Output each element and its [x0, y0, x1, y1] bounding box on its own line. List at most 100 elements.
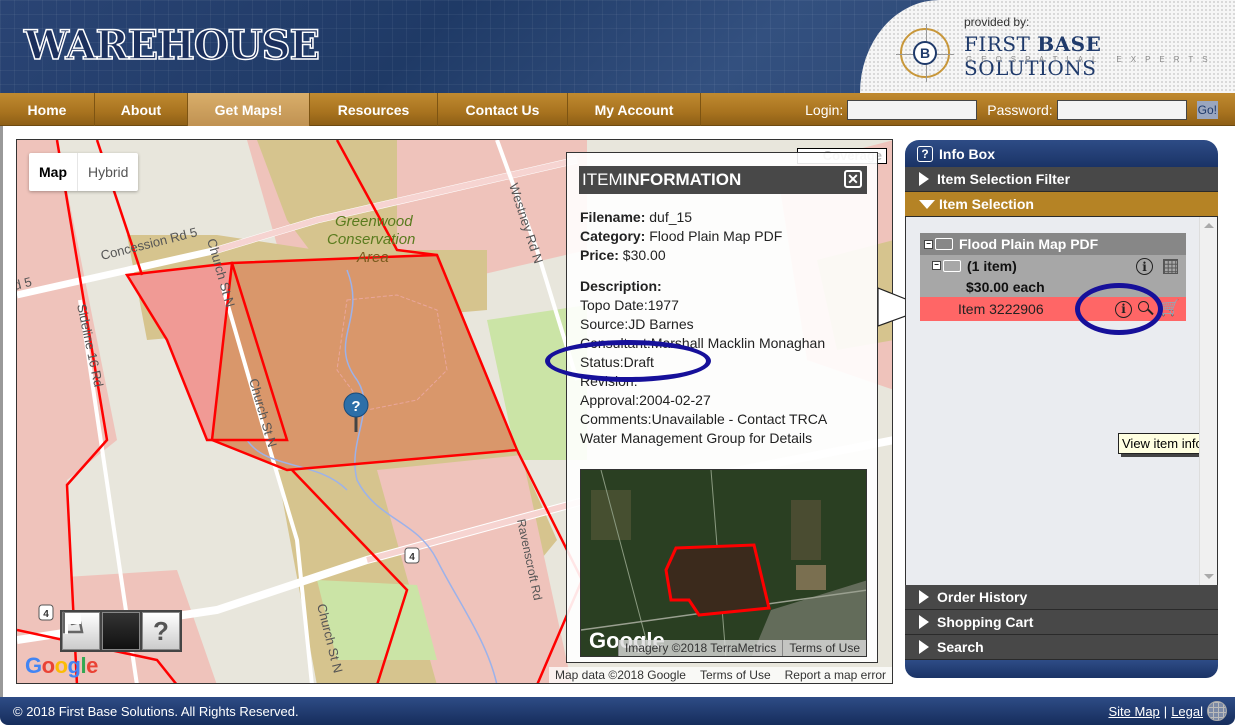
- grid-icon[interactable]: [1163, 259, 1178, 274]
- page-footer: © 2018 First Base Solutions. All Rights …: [0, 697, 1235, 725]
- help-tool[interactable]: ?: [142, 612, 180, 650]
- scroll-up-icon[interactable]: [1204, 223, 1214, 228]
- legal-link[interactable]: Legal: [1171, 704, 1203, 719]
- hwy4-shield-icon: 4: [404, 547, 420, 564]
- sat-field: [796, 565, 826, 590]
- password-input[interactable]: [1056, 99, 1187, 120]
- desc-status: Status:Draft: [580, 354, 654, 370]
- collapse-box-icon[interactable]: −: [924, 239, 933, 249]
- nav-get-maps[interactable]: Get Maps!: [188, 93, 310, 126]
- label-greenwood-2: Conservation: [327, 231, 415, 248]
- zoom-to-item-icon[interactable]: [1138, 301, 1154, 317]
- google-logo[interactable]: Google: [25, 653, 98, 679]
- group-name: Flood Plain Map PDF: [959, 236, 1099, 252]
- satellite-thumbnail[interactable]: Google Imagery ©2018 TerraMetrics Terms …: [580, 469, 867, 657]
- site-map-link[interactable]: Site Map: [1108, 704, 1159, 719]
- info-box-panel: ? Info Box Item Selection Filter Item Se…: [905, 140, 1218, 686]
- item-label: Item 3222906: [958, 301, 1044, 317]
- desc-consultant: Consultant:Marshall Macklin Monaghan: [580, 335, 826, 351]
- imagery-terms-link[interactable]: Terms of Use: [782, 640, 866, 656]
- flag-icon: [65, 613, 81, 634]
- flag-tool[interactable]: [65, 612, 140, 650]
- globe-icon: [1207, 701, 1227, 721]
- subgroup[interactable]: − (1 item) $30.00 each i: [920, 255, 1186, 297]
- main-nav: Home About Get Maps! Resources Contact U…: [0, 93, 1235, 126]
- map-type-hybrid[interactable]: Hybrid: [78, 153, 138, 191]
- nav-about[interactable]: About: [95, 93, 188, 126]
- nav-resources[interactable]: Resources: [310, 93, 438, 126]
- field-price: Price: $30.00: [580, 246, 870, 265]
- section-order-history[interactable]: Order History: [905, 585, 1218, 610]
- password-label: Password:: [987, 101, 1053, 118]
- add-to-cart-icon[interactable]: 🛒: [1160, 300, 1182, 318]
- expand-right-icon: [919, 615, 929, 629]
- logo-warehouse-text: WAREHOUSE: [23, 21, 321, 70]
- close-icon[interactable]: ✕: [844, 170, 862, 188]
- footer-separator: |: [1163, 703, 1168, 719]
- list-item[interactable]: Item 3222906 i 🛒: [920, 297, 1186, 321]
- scroll-down-icon[interactable]: [1204, 574, 1214, 579]
- group-flood-plain[interactable]: − Flood Plain Map PDF: [920, 233, 1186, 255]
- item-group: − Flood Plain Map PDF − (1 item) $30.00 …: [920, 233, 1186, 321]
- map-attribution: Map data ©2018 Google Terms of Use Repor…: [549, 667, 892, 683]
- first-base-logo-letter: B: [913, 41, 937, 65]
- map-type-control: Map Hybrid: [29, 153, 139, 191]
- left-edge: [0, 126, 3, 697]
- desc-topo-date: Topo Date:1977: [580, 297, 679, 313]
- header-banner: MAPWAREHOUSE B provided by: FIRST BASE S…: [0, 0, 1235, 93]
- login-form: Login: Password: Go!: [805, 93, 1235, 126]
- help-icon[interactable]: ?: [917, 145, 933, 162]
- login-go-button[interactable]: Go!: [1196, 100, 1218, 119]
- map-terms-link[interactable]: Terms of Use: [700, 668, 771, 682]
- map-data-credit: Map data ©2018 Google: [555, 668, 686, 682]
- section-item-selection-filter[interactable]: Item Selection Filter: [905, 167, 1218, 192]
- section-label: Order History: [937, 589, 1028, 605]
- view-item-info-icon[interactable]: i: [1115, 300, 1132, 318]
- svg-text:?: ?: [351, 398, 360, 415]
- popup-title-light: ITEM: [582, 170, 623, 189]
- subgroup-price: $30.00 each: [966, 278, 1045, 295]
- nav-contact-us[interactable]: Contact Us: [438, 93, 568, 126]
- info-box-header: ? Info Box: [905, 140, 1218, 167]
- section-shopping-cart[interactable]: Shopping Cart: [905, 610, 1218, 635]
- copyright-text: © 2018 First Base Solutions. All Rights …: [13, 703, 299, 719]
- imagery-credit: Imagery ©2018 TerraMetrics: [617, 640, 782, 656]
- nav-my-account[interactable]: My Account: [568, 93, 701, 126]
- hwy4-shield-icon-2: 4: [38, 604, 54, 621]
- section-search[interactable]: Search: [905, 635, 1218, 660]
- site-logo[interactable]: MAPWAREHOUSE: [23, 21, 321, 70]
- list-scrollbar[interactable]: [1199, 217, 1217, 585]
- page: MAPWAREHOUSE B provided by: FIRST BASE S…: [0, 0, 1235, 725]
- info-box-footer: [905, 660, 1218, 678]
- info-icon[interactable]: i: [1136, 258, 1153, 275]
- help-icon: ?: [153, 615, 169, 646]
- desc-comments-1: Comments:Unavailable - Contact TRCA: [580, 411, 828, 427]
- map-type-map[interactable]: Map: [29, 153, 78, 191]
- collapse-down-icon: [919, 199, 935, 209]
- login-label: Login:: [805, 101, 844, 118]
- section-item-selection[interactable]: Item Selection: [905, 192, 1218, 217]
- label-greenwood-1: Greenwood: [335, 213, 413, 230]
- field-value: Flood Plain Map PDF: [645, 228, 783, 244]
- field-label: Price:: [580, 247, 619, 263]
- field-label: Filename:: [580, 209, 646, 225]
- provided-by-label: provided by:: [964, 15, 1030, 29]
- section-label: Search: [937, 639, 984, 655]
- collapse-box-icon[interactable]: −: [932, 261, 941, 270]
- field-category: Category: Flood Plain Map PDF: [580, 227, 870, 246]
- svg-text:4: 4: [43, 609, 49, 620]
- svg-text:4: 4: [409, 552, 415, 563]
- partner-tagline: GEOSPATIAL EXPERTS: [966, 55, 1217, 64]
- desc-comments-2: Water Management Group for Details: [580, 430, 813, 446]
- expand-right-icon: [919, 590, 929, 604]
- label-greenwood-3: Area: [356, 249, 389, 266]
- section-label: Item Selection: [939, 196, 1034, 212]
- report-map-error-link[interactable]: Report a map error: [785, 668, 886, 682]
- field-value: duf_15: [645, 209, 693, 225]
- login-input[interactable]: [847, 99, 978, 120]
- nav-home[interactable]: Home: [0, 93, 95, 126]
- folder-icon: [935, 238, 953, 250]
- partner-name-2: BASE: [1037, 32, 1102, 56]
- sat-field: [791, 500, 821, 560]
- desc-approval: Approval:2004-02-27: [580, 392, 711, 408]
